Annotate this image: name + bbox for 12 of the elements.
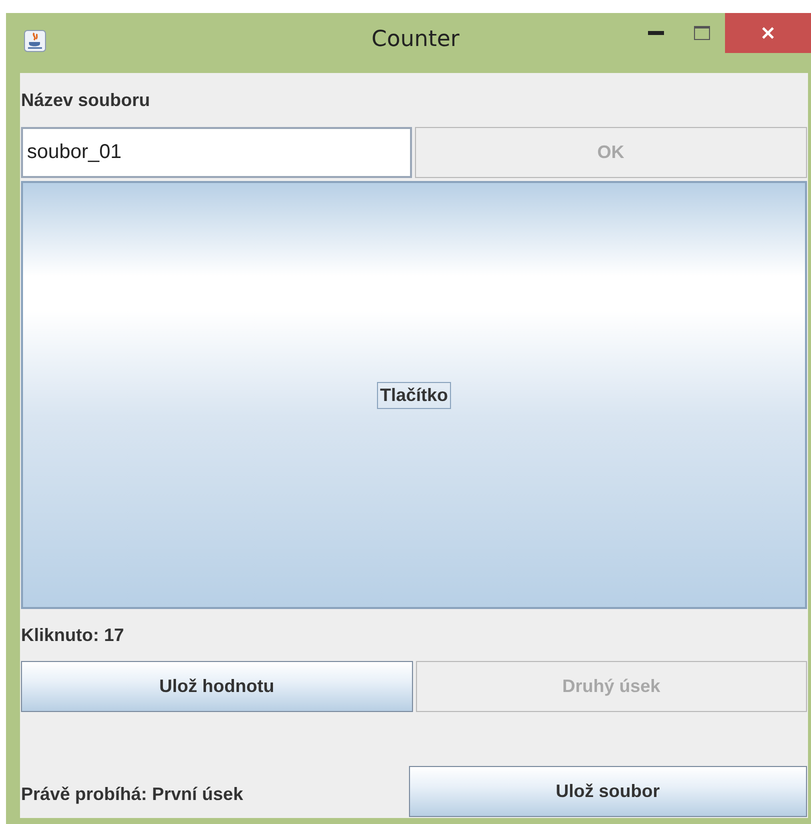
counter-button[interactable]: Tlačítko bbox=[21, 181, 807, 609]
minimize-icon bbox=[648, 31, 664, 35]
maximize-icon bbox=[694, 26, 710, 40]
click-count-label: Kliknuto: 17 bbox=[21, 624, 124, 646]
file-name-label: Název souboru bbox=[21, 88, 150, 112]
file-name-field[interactable]: soubor_01 bbox=[21, 127, 412, 178]
close-icon bbox=[761, 26, 775, 40]
save-file-button[interactable]: Ulož soubor bbox=[408, 766, 807, 817]
window-title: Counter bbox=[372, 27, 460, 52]
status-label: Právě probíhá: První úsek bbox=[21, 783, 244, 806]
coffee-cup-icon bbox=[24, 30, 46, 52]
action-button[interactable]: Ulož hodnotu bbox=[21, 661, 412, 712]
